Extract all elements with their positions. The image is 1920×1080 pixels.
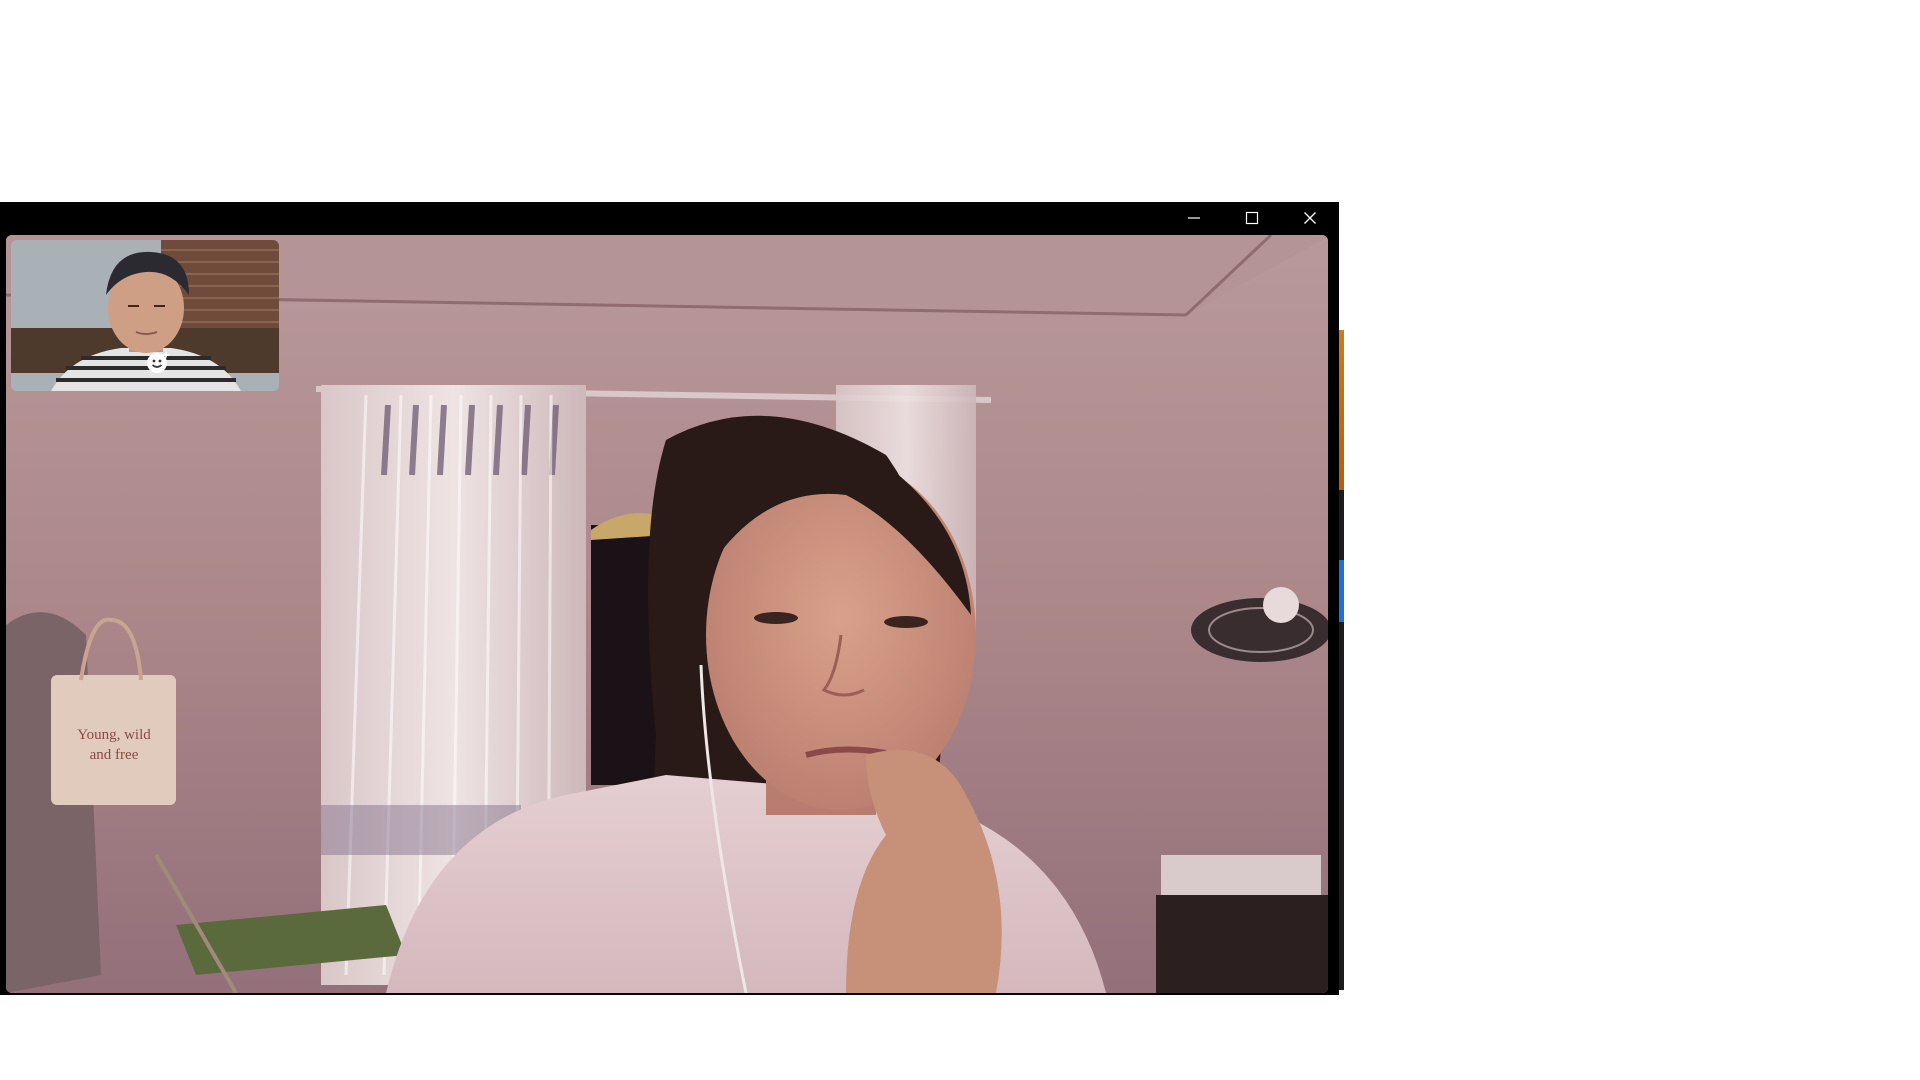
tote-bag-text-line2: and free xyxy=(90,747,139,763)
background-window-edge xyxy=(1339,330,1344,990)
background-window-accent-blue xyxy=(1339,560,1344,622)
minimize-button[interactable] xyxy=(1165,202,1223,234)
tote-bag-text-line1: Young, wild xyxy=(77,727,151,743)
video-call-window: Young, wild and free xyxy=(0,202,1339,995)
background-window-accent-orange xyxy=(1339,330,1344,490)
maximize-button[interactable] xyxy=(1223,202,1281,234)
maximize-icon xyxy=(1245,211,1259,225)
self-view-preview[interactable] xyxy=(11,240,279,391)
window-controls xyxy=(1165,202,1339,234)
close-button[interactable] xyxy=(1281,202,1339,234)
minimize-icon xyxy=(1188,217,1200,219)
close-icon xyxy=(1304,212,1316,224)
window-titlebar[interactable] xyxy=(0,202,1339,234)
face-effects-icon[interactable] xyxy=(144,348,172,376)
